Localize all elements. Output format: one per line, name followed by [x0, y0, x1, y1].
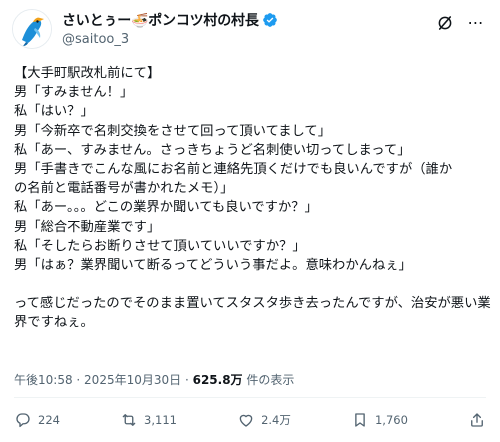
post-line: の名前と電話番号が書かれたメモ）」	[14, 181, 234, 197]
heart-icon	[239, 414, 253, 427]
grok-icon[interactable]	[436, 14, 454, 32]
meta-separator: ·	[72, 373, 85, 387]
bookmark-icon	[355, 413, 365, 427]
post-line: 私「あー。。。どこの業界か聞いても良いですか？」	[14, 200, 318, 216]
view-count: 625.8万	[192, 373, 243, 387]
post-line: 私「そしたらお断りさせて頂いていいですか？」	[14, 238, 306, 254]
handle[interactable]: @saitoo_3	[62, 32, 278, 47]
post-text: 【大手町駅改札前にて】 男「すみません！」 私「はい？」 男「今新卒で名刺交換を…	[14, 64, 492, 333]
repost-count: 3,111	[144, 413, 177, 427]
avatar[interactable]	[12, 9, 52, 49]
like-count: 2.4万	[261, 413, 291, 427]
view-label: 件の表示	[242, 373, 295, 387]
repost-button[interactable]: 3,111	[120, 411, 177, 429]
reply-button[interactable]: 224	[14, 411, 60, 429]
reply-icon	[16, 413, 30, 428]
reply-count: 224	[38, 413, 60, 427]
action-bar: 224 3,111 2.4万 1,760	[14, 408, 486, 432]
post-line: 男「はぁ？業界聞いて断るってどういう事だよ。意味わかんねぇ」	[14, 258, 412, 274]
post-time[interactable]: 午後10:58	[14, 373, 73, 387]
post-line: 男「総合不動産業です」	[14, 219, 161, 235]
meta-separator-2: ·	[181, 373, 193, 387]
bookmark-count: 1,760	[374, 413, 408, 427]
post-meta: 午後10:58 · 2025年10月30日 · 625.8万 件の表示	[14, 371, 294, 388]
post-date[interactable]: 2025年10月30日	[84, 373, 181, 387]
share-icon	[471, 413, 483, 427]
post-line: 男「今新卒で名刺交換をさせて回って頂いてまして」	[14, 123, 331, 139]
post-line: 私「あー、すみません。さっきちょうど名刺使い切ってしまって」	[14, 142, 411, 158]
bookmark-button[interactable]: 1,760	[351, 411, 408, 429]
display-name[interactable]: さいとぅー🍜ポンコツ村の村長	[62, 10, 259, 30]
like-button[interactable]: 2.4万	[237, 411, 291, 429]
post-line: 私「はい？」	[14, 104, 94, 120]
share-button[interactable]	[468, 411, 486, 429]
verified-badge-icon[interactable]	[262, 12, 278, 28]
post-card: さいとぅー🍜ポンコツ村の村長 @saitoo_3 ⋯ 【大手町駅改札前にて】 男…	[0, 0, 500, 442]
display-name-row: さいとぅー🍜ポンコツ村の村長	[62, 10, 278, 30]
post-line: 男「すみません！」	[14, 85, 134, 101]
bird-avatar-icon	[13, 10, 51, 48]
more-options-icon[interactable]: ⋯	[466, 13, 486, 33]
post-line: 男「手書きでこんな風にお名前と連絡先頂くだけでも良いんですが（誰か	[14, 162, 453, 178]
author-info: さいとぅー🍜ポンコツ村の村長 @saitoo_3	[62, 10, 278, 47]
post-line: 【大手町駅改札前にて】	[14, 66, 161, 81]
post-closing: って感じだったのでそのまま置いてスタスタ歩き去ったんですが、治安が悪い業界ですね…	[14, 296, 491, 331]
divider	[14, 397, 486, 398]
repost-icon	[122, 414, 136, 426]
